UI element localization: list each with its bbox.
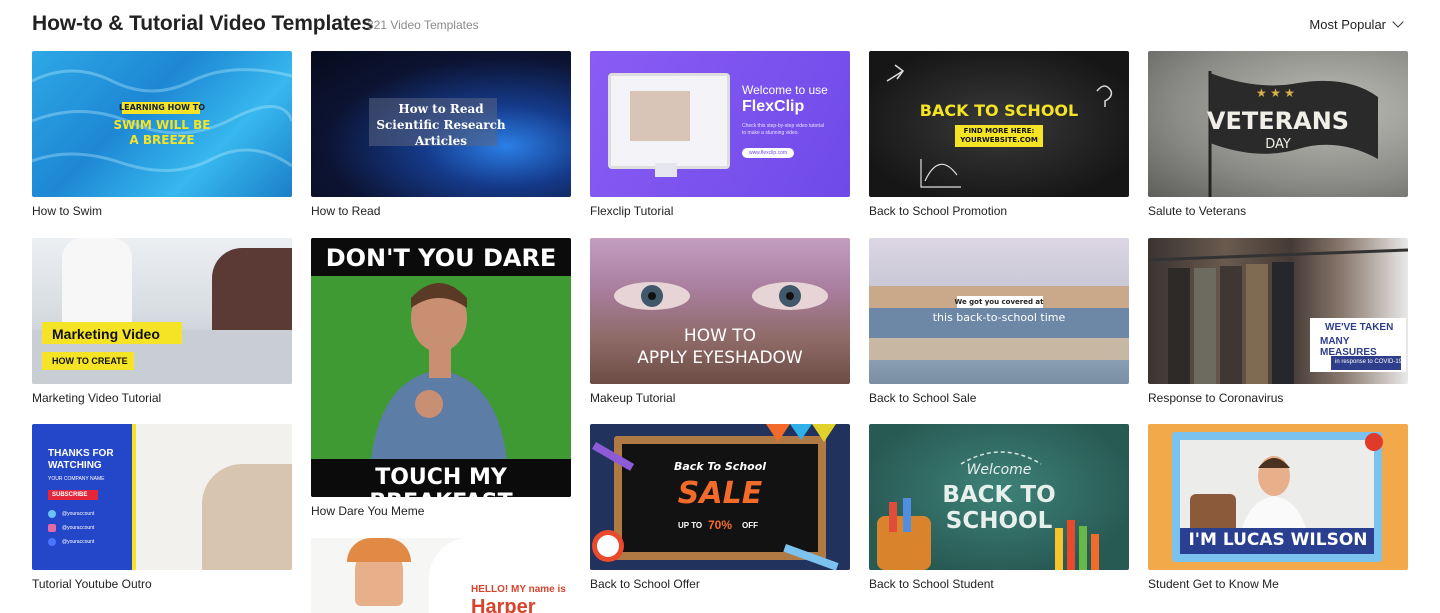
thumb-text: BACK TO xyxy=(942,482,1056,508)
thumb-text: Articles xyxy=(415,134,467,148)
template-card-how-to-read[interactable]: How to Read Scientific Research Articles… xyxy=(311,51,571,221)
thumb-text: www.flexclip.com xyxy=(742,148,794,158)
template-caption: How to Read xyxy=(311,204,381,218)
thumb-text: How to Read xyxy=(398,102,484,116)
thumb-text: APPLY EYESHADOW xyxy=(637,348,803,368)
template-card-marketing-video-tutorial[interactable]: Marketing Video HOW TO CREATE Marketing … xyxy=(32,238,292,408)
thumbnail: How to Read Scientific Research Articles xyxy=(311,51,571,197)
template-card-response-to-coronavirus[interactable]: WE'VE TAKEN MANY MEASURES in response to… xyxy=(1148,238,1408,408)
thumb-text: Welcome xyxy=(966,462,1032,478)
thumb-text: YOUR COMPANY NAME xyxy=(48,476,105,482)
sort-label: Most Popular xyxy=(1309,17,1386,32)
template-card-makeup-tutorial[interactable]: HOW TO APPLY EYESHADOW Makeup Tutorial xyxy=(590,238,850,408)
template-caption: Student Get to Know Me xyxy=(1148,577,1279,591)
template-card-flexclip-tutorial[interactable]: Welcome to use FlexClip Check this step-… xyxy=(590,51,850,221)
template-card-back-to-school-promotion[interactable]: BACK TO SCHOOL FIND MORE HERE: YOURWEBSI… xyxy=(869,51,1129,221)
template-caption: Response to Coronavirus xyxy=(1148,391,1284,405)
thumbnail: ★ ★ ★ VETERANS DAY xyxy=(1148,51,1408,197)
thumb-text: TOUCH MY BREAKFAST xyxy=(369,465,512,497)
thumbnail: WE'VE TAKEN MANY MEASURES in response to… xyxy=(1148,238,1408,384)
thumbnail: I'M LUCAS WILSON xyxy=(1148,424,1408,570)
thumb-text: Back To School xyxy=(673,460,767,473)
twitter-icon xyxy=(48,510,56,518)
thumb-text: FIND MORE HERE: xyxy=(963,127,1035,135)
thumb-text: We got you covered at xyxy=(954,298,1044,306)
thumbnail: Marketing Video HOW TO CREATE xyxy=(32,238,292,384)
thumb-text: VETERANS xyxy=(1206,107,1350,135)
thumb-text: Marketing Video xyxy=(52,326,160,342)
instagram-icon xyxy=(48,524,56,532)
thumbnail: Welcome BACK TO SCHOOL xyxy=(869,424,1129,570)
thumbnail: HOW TO APPLY EYESHADOW xyxy=(590,238,850,384)
thumb-text: MANY MEASURES xyxy=(1320,336,1377,358)
template-card-salute-to-veterans[interactable]: ★ ★ ★ VETERANS DAY Salute to Veterans xyxy=(1148,51,1408,221)
thumbnail: HELLO! MY name is Harper xyxy=(311,538,571,613)
chevron-down-icon xyxy=(1392,16,1404,28)
template-card-back-to-school-offer[interactable]: Back To School SALE UP TO 70% OFF Back t… xyxy=(590,424,850,594)
template-card-tutorial-youtube-outro[interactable]: THANKS FOR WATCHING YOUR COMPANY NAME SU… xyxy=(32,424,292,594)
thumb-text: WE'VE TAKEN xyxy=(1325,322,1394,333)
sort-dropdown[interactable]: Most Popular xyxy=(1309,16,1404,32)
thumb-text: Harper xyxy=(471,596,536,613)
thumb-text: SCHOOL xyxy=(945,508,1053,534)
thumb-text: in response to COVID-19 xyxy=(1335,359,1403,365)
svg-text:★ ★ ★: ★ ★ ★ xyxy=(1256,86,1295,100)
thumb-text: HELLO! MY name is xyxy=(471,584,566,595)
thumbnail: We got you covered at this back-to-schoo… xyxy=(869,238,1129,384)
thumb-text: HOW TO CREATE xyxy=(52,356,128,366)
thumb-text: this back-to-school time xyxy=(932,311,1066,324)
thumb-text: A BREEZE xyxy=(129,133,195,147)
thumb-text: THANKS FOR xyxy=(48,448,114,459)
thumb-text: @youraccount xyxy=(62,539,95,545)
template-card-back-to-school-student[interactable]: Welcome BACK TO SCHOOL Back to School St… xyxy=(869,424,1129,594)
template-caption: How Dare You Meme xyxy=(311,504,425,518)
thumb-text: SALE xyxy=(677,476,763,511)
template-caption: Back to School Sale xyxy=(869,391,977,405)
thumb-text: LEARNING HOW TO xyxy=(119,103,205,112)
thumb-text: @youraccount xyxy=(62,511,95,517)
thumbnail: Welcome to use FlexClip Check this step-… xyxy=(590,51,850,197)
chalk-doodles xyxy=(886,64,1113,188)
template-caption: Tutorial Youtube Outro xyxy=(32,577,152,591)
thumb-text: OFF xyxy=(742,521,758,530)
template-caption: Makeup Tutorial xyxy=(590,391,676,405)
template-caption: Back to School Student xyxy=(869,577,994,591)
template-card-student-get-to-know-me[interactable]: I'M LUCAS WILSON Student Get to Know Me xyxy=(1148,424,1408,594)
thumb-text: HOW TO xyxy=(683,326,757,346)
thumbnail: Back To School SALE UP TO 70% OFF xyxy=(590,424,850,570)
thumbnail: BACK TO SCHOOL FIND MORE HERE: YOURWEBSI… xyxy=(869,51,1129,197)
thumb-text: 70% xyxy=(708,518,733,532)
thumb-text: Scientific Research xyxy=(376,118,506,132)
template-card-how-to-swim[interactable]: LEARNING HOW TO SWIM WILL BE A BREEZE Ho… xyxy=(32,51,292,221)
thumb-text: SUBSCRIBE xyxy=(52,492,88,498)
facebook-icon xyxy=(48,538,56,546)
template-card-back-to-school-sale[interactable]: We got you covered at this back-to-schoo… xyxy=(869,238,1129,408)
template-caption: How to Swim xyxy=(32,204,103,218)
thumb-text: WATCHING xyxy=(48,460,102,471)
thumb-text: SWIM WILL BE xyxy=(113,118,211,132)
template-card-hello-my-name-is[interactable]: HELLO! MY name is Harper xyxy=(311,538,571,613)
thumbnail: LEARNING HOW TO SWIM WILL BE A BREEZE xyxy=(32,51,292,197)
thumb-text: I'M LUCAS WILSON xyxy=(1188,530,1368,550)
thumbnail: THANKS FOR WATCHING YOUR COMPANY NAME SU… xyxy=(32,424,292,570)
template-card-how-dare-you-meme[interactable]: DON'T YOU DARE TOUCH MY BREAKFAST How Da… xyxy=(311,238,571,522)
template-caption: Back to School Promotion xyxy=(869,204,1008,218)
page-title: How-to & Tutorial Video Templates xyxy=(32,12,373,35)
thumbnail: DON'T YOU DARE TOUCH MY BREAKFAST xyxy=(311,238,571,497)
template-caption: Salute to Veterans xyxy=(1148,204,1247,218)
template-caption: Flexclip Tutorial xyxy=(590,204,674,218)
thumb-text: UP TO xyxy=(678,521,703,530)
thumb-text: Welcome to use xyxy=(742,83,828,97)
thumb-text: FlexClip xyxy=(742,98,805,115)
template-caption: Marketing Video Tutorial xyxy=(32,391,162,405)
thumb-text: @youraccount xyxy=(62,525,95,531)
thumb-text: Check this step-by-step video tutorial xyxy=(742,123,824,129)
thumb-text: to make a stunning video. xyxy=(742,130,799,136)
thumb-text: BACK TO SCHOOL xyxy=(919,101,1079,120)
template-caption: Back to School Offer xyxy=(590,577,700,591)
thumb-text: YOURWEBSITE.COM xyxy=(960,136,1038,144)
thumb-text: DAY xyxy=(1265,137,1291,152)
template-count: 321 Video Templates xyxy=(367,18,479,32)
